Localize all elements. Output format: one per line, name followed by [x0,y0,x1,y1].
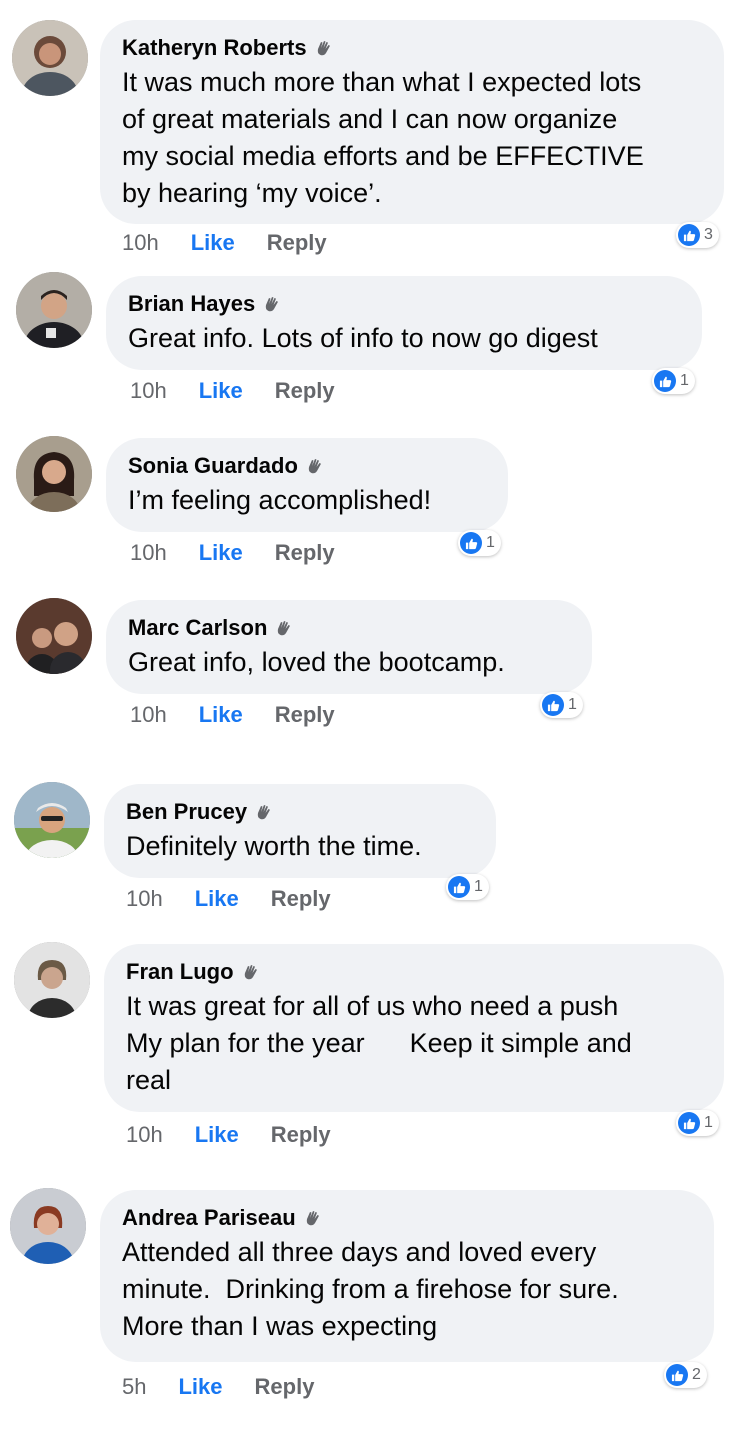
comment-actions: 10h Like Reply [130,378,335,404]
author-name[interactable]: Marc Carlson [128,614,267,642]
reply-button[interactable]: Reply [271,886,331,912]
comment-actions: 10h Like Reply [122,230,327,256]
reply-button[interactable]: Reply [271,1122,331,1148]
avatar[interactable] [16,436,92,512]
comment-timestamp[interactable]: 10h [130,378,167,404]
author-name[interactable]: Katheryn Roberts [122,34,307,62]
wave-icon [240,962,260,982]
author-name[interactable]: Ben Prucey [126,798,247,826]
like-button[interactable]: Like [178,1374,222,1400]
comment-bubble: Sonia Guardado I’m feeling accomplished! [106,438,508,532]
author-name[interactable]: Brian Hayes [128,290,255,318]
avatar[interactable] [16,272,92,348]
comment-bubble: Katheryn Roberts It was much more than w… [100,20,724,224]
comment-text: It was great for all of us who need a pu… [126,991,632,1095]
comment-author[interactable]: Ben Prucey [126,798,474,826]
reaction-count-badge[interactable]: 1 [652,368,695,394]
reaction-count: 1 [474,878,483,895]
reaction-count-badge[interactable]: 1 [446,874,489,900]
like-button[interactable]: Like [199,702,243,728]
comment-text: I’m feeling accomplished! [128,485,432,515]
reaction-count-badge[interactable]: 3 [676,222,719,248]
comment-actions: 5h Like Reply [122,1374,314,1400]
comment-actions: 10h Like Reply [126,1122,331,1148]
thumbs-up-icon [460,532,482,554]
comment-text: Attended all three days and loved every … [122,1237,619,1341]
reaction-count: 3 [704,226,713,243]
reply-button[interactable]: Reply [275,378,335,404]
like-button[interactable]: Like [195,886,239,912]
author-name[interactable]: Andrea Pariseau [122,1204,296,1232]
thumbs-up-icon [448,876,470,898]
avatar[interactable] [10,1188,86,1264]
comment-timestamp[interactable]: 10h [130,702,167,728]
thumbs-up-icon [678,224,700,246]
reply-button[interactable]: Reply [275,540,335,566]
comment-author[interactable]: Katheryn Roberts [122,34,702,62]
wave-icon [313,38,333,58]
wave-icon [261,294,281,314]
thumbs-up-icon [678,1112,700,1134]
comment-actions: 10h Like Reply [130,540,335,566]
comment-timestamp[interactable]: 10h [126,886,163,912]
comment-timestamp[interactable]: 10h [122,230,159,256]
thumbs-up-icon [542,694,564,716]
reaction-count: 1 [486,534,495,551]
comment-bubble: Ben Prucey Definitely worth the time. [104,784,496,878]
comment-timestamp[interactable]: 10h [126,1122,163,1148]
comment-author[interactable]: Brian Hayes [128,290,680,318]
wave-icon [304,456,324,476]
thumbs-up-icon [654,370,676,392]
comment-timestamp[interactable]: 10h [130,540,167,566]
thumbs-up-icon [666,1364,688,1386]
comment-actions: 10h Like Reply [130,702,335,728]
comment-text: It was much more than what I expected lo… [122,67,644,208]
avatar[interactable] [16,598,92,674]
reaction-count: 2 [692,1366,701,1383]
reaction-count-badge[interactable]: 1 [676,1110,719,1136]
wave-icon [302,1208,322,1228]
comment-author[interactable]: Andrea Pariseau [122,1204,692,1232]
avatar[interactable] [14,782,90,858]
comment-actions: 10h Like Reply [126,886,331,912]
reply-button[interactable]: Reply [275,702,335,728]
reaction-count: 1 [568,696,577,713]
author-name[interactable]: Fran Lugo [126,958,234,986]
like-button[interactable]: Like [195,1122,239,1148]
reply-button[interactable]: Reply [267,230,327,256]
comment-bubble: Andrea Pariseau Attended all three days … [100,1190,714,1362]
wave-icon [253,802,273,822]
comment-timestamp[interactable]: 5h [122,1374,146,1400]
author-name[interactable]: Sonia Guardado [128,452,298,480]
reaction-count-badge[interactable]: 1 [458,530,501,556]
reply-button[interactable]: Reply [255,1374,315,1400]
comment-text: Great info. Lots of info to now go diges… [128,323,598,353]
comment-bubble: Brian Hayes Great info. Lots of info to … [106,276,702,370]
reaction-count: 1 [704,1114,713,1131]
wave-icon [273,618,293,638]
comment-bubble: Fran Lugo It was great for all of us who… [104,944,724,1112]
avatar[interactable] [14,942,90,1018]
comment-bubble: Marc Carlson Great info, loved the bootc… [106,600,592,694]
reaction-count: 1 [680,372,689,389]
comment-author[interactable]: Marc Carlson [128,614,570,642]
like-button[interactable]: Like [191,230,235,256]
comment-text: Great info, loved the bootcamp. [128,647,505,677]
like-button[interactable]: Like [199,540,243,566]
reaction-count-badge[interactable]: 1 [540,692,583,718]
comment-author[interactable]: Sonia Guardado [128,452,486,480]
avatar[interactable] [12,20,88,96]
reaction-count-badge[interactable]: 2 [664,1362,707,1388]
comment-author[interactable]: Fran Lugo [126,958,702,986]
comment-text: Definitely worth the time. [126,831,422,861]
like-button[interactable]: Like [199,378,243,404]
